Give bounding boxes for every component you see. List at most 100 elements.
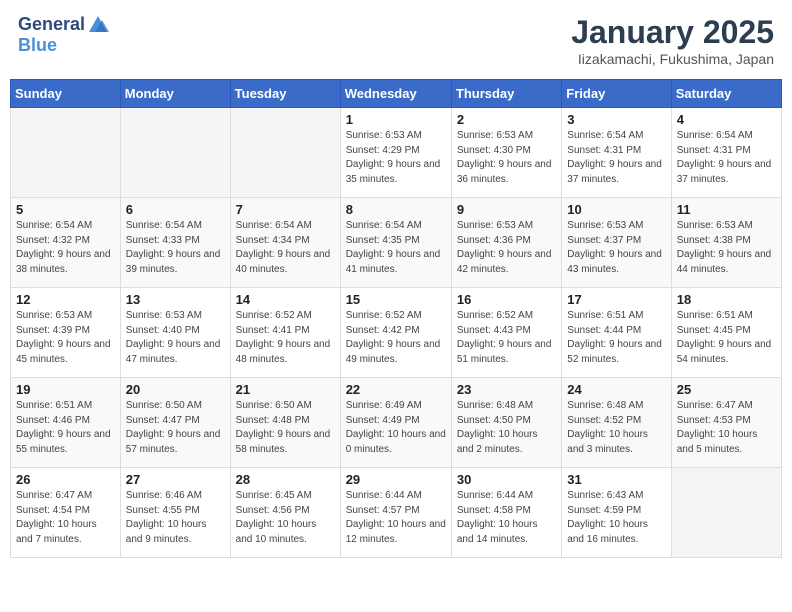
calendar-cell [120, 108, 230, 198]
day-number: 29 [346, 472, 446, 487]
calendar-cell: 8 Sunrise: 6:54 AM Sunset: 4:35 PM Daylig… [340, 198, 451, 288]
day-number: 5 [16, 202, 115, 217]
day-info: Sunrise: 6:48 AM Sunset: 4:50 PM Dayligh… [457, 399, 556, 457]
calendar-cell: 17 Sunrise: 6:51 AM Sunset: 4:44 PM Dayli… [562, 288, 671, 378]
weekday-header-sunday: Sunday [11, 80, 121, 108]
day-info: Sunrise: 6:43 AM Sunset: 4:59 PM Dayligh… [567, 489, 665, 547]
calendar-cell: 3 Sunrise: 6:54 AM Sunset: 4:31 PM Daylig… [562, 108, 671, 198]
day-info: Sunrise: 6:53 AM Sunset: 4:29 PM Dayligh… [346, 129, 446, 187]
calendar-cell: 23 Sunrise: 6:48 AM Sunset: 4:50 PM Dayli… [451, 378, 561, 468]
calendar-cell [230, 108, 340, 198]
weekday-header-monday: Monday [120, 80, 230, 108]
day-number: 31 [567, 472, 665, 487]
calendar-cell: 2 Sunrise: 6:53 AM Sunset: 4:30 PM Daylig… [451, 108, 561, 198]
calendar-cell: 31 Sunrise: 6:43 AM Sunset: 4:59 PM Dayli… [562, 468, 671, 558]
logo-icon [87, 14, 109, 36]
month-title: January 2025 [571, 14, 774, 51]
day-info: Sunrise: 6:54 AM Sunset: 4:34 PM Dayligh… [236, 219, 335, 277]
logo: General Blue [18, 14, 109, 56]
day-info: Sunrise: 6:51 AM Sunset: 4:44 PM Dayligh… [567, 309, 665, 367]
calendar-week-1: 1 Sunrise: 6:53 AM Sunset: 4:29 PM Daylig… [11, 108, 782, 198]
weekday-header-saturday: Saturday [671, 80, 781, 108]
weekday-header-thursday: Thursday [451, 80, 561, 108]
calendar-cell: 12Sunrise: 6:53 AM Sunset: 4:39 PM Dayli… [11, 288, 121, 378]
day-number: 12 [16, 292, 115, 307]
day-number: 15 [346, 292, 446, 307]
calendar-week-4: 19 Sunrise: 6:51 AM Sunset: 4:46 PM Dayli… [11, 378, 782, 468]
calendar-cell: 24Sunrise: 6:48 AM Sunset: 4:52 PM Dayli… [562, 378, 671, 468]
page-header: General Blue January 2025 Iizakamachi, F… [10, 10, 782, 71]
calendar-cell [11, 108, 121, 198]
logo-text-general: General [18, 15, 85, 35]
day-number: 26 [16, 472, 115, 487]
day-info: Sunrise: 6:54 AM Sunset: 4:31 PM Dayligh… [677, 129, 776, 187]
title-block: January 2025 Iizakamachi, Fukushima, Jap… [571, 14, 774, 67]
day-number: 10 [567, 202, 665, 217]
day-number: 21 [236, 382, 335, 397]
day-info: Sunrise: 6:52 AM Sunset: 4:41 PM Dayligh… [236, 309, 335, 367]
day-info: Sunrise: 6:54 AM Sunset: 4:32 PM Dayligh… [16, 219, 115, 277]
calendar-cell: 16Sunrise: 6:52 AM Sunset: 4:43 PM Dayli… [451, 288, 561, 378]
calendar-table: SundayMondayTuesdayWednesdayThursdayFrid… [10, 79, 782, 558]
day-info: Sunrise: 6:45 AM Sunset: 4:56 PM Dayligh… [236, 489, 335, 547]
day-info: Sunrise: 6:50 AM Sunset: 4:47 PM Dayligh… [126, 399, 225, 457]
logo-text-blue: Blue [18, 36, 57, 56]
day-number: 8 [346, 202, 446, 217]
calendar-cell: 26 Sunrise: 6:47 AM Sunset: 4:54 PM Dayli… [11, 468, 121, 558]
calendar-week-3: 12Sunrise: 6:53 AM Sunset: 4:39 PM Dayli… [11, 288, 782, 378]
calendar-week-2: 5 Sunrise: 6:54 AM Sunset: 4:32 PM Daylig… [11, 198, 782, 288]
calendar-cell: 29 Sunrise: 6:44 AM Sunset: 4:57 PM Dayli… [340, 468, 451, 558]
day-info: Sunrise: 6:54 AM Sunset: 4:31 PM Dayligh… [567, 129, 665, 187]
day-info: Sunrise: 6:51 AM Sunset: 4:45 PM Dayligh… [677, 309, 776, 367]
day-number: 19 [16, 382, 115, 397]
day-number: 25 [677, 382, 776, 397]
weekday-header-row: SundayMondayTuesdayWednesdayThursdayFrid… [11, 80, 782, 108]
day-info: Sunrise: 6:53 AM Sunset: 4:30 PM Dayligh… [457, 129, 556, 187]
day-info: Sunrise: 6:53 AM Sunset: 4:37 PM Dayligh… [567, 219, 665, 277]
day-info: Sunrise: 6:53 AM Sunset: 4:38 PM Dayligh… [677, 219, 776, 277]
day-info: Sunrise: 6:47 AM Sunset: 4:53 PM Dayligh… [677, 399, 776, 457]
day-number: 22 [346, 382, 446, 397]
location-subtitle: Iizakamachi, Fukushima, Japan [571, 51, 774, 67]
day-info: Sunrise: 6:44 AM Sunset: 4:58 PM Dayligh… [457, 489, 556, 547]
calendar-cell: 19 Sunrise: 6:51 AM Sunset: 4:46 PM Dayli… [11, 378, 121, 468]
day-number: 1 [346, 112, 446, 127]
day-number: 9 [457, 202, 556, 217]
day-number: 18 [677, 292, 776, 307]
calendar-cell: 10 Sunrise: 6:53 AM Sunset: 4:37 PM Dayli… [562, 198, 671, 288]
day-number: 20 [126, 382, 225, 397]
calendar-cell: 14 Sunrise: 6:52 AM Sunset: 4:41 PM Dayli… [230, 288, 340, 378]
day-number: 11 [677, 202, 776, 217]
calendar-cell: 6 Sunrise: 6:54 AM Sunset: 4:33 PM Daylig… [120, 198, 230, 288]
calendar-cell [671, 468, 781, 558]
day-info: Sunrise: 6:44 AM Sunset: 4:57 PM Dayligh… [346, 489, 446, 547]
day-info: Sunrise: 6:50 AM Sunset: 4:48 PM Dayligh… [236, 399, 335, 457]
day-number: 17 [567, 292, 665, 307]
calendar-cell: 20 Sunrise: 6:50 AM Sunset: 4:47 PM Dayli… [120, 378, 230, 468]
day-info: Sunrise: 6:53 AM Sunset: 4:40 PM Dayligh… [126, 309, 225, 367]
calendar-cell: 13 Sunrise: 6:53 AM Sunset: 4:40 PM Dayli… [120, 288, 230, 378]
calendar-cell: 15 Sunrise: 6:52 AM Sunset: 4:42 PM Dayli… [340, 288, 451, 378]
calendar-cell: 18 Sunrise: 6:51 AM Sunset: 4:45 PM Dayli… [671, 288, 781, 378]
day-info: Sunrise: 6:52 AM Sunset: 4:43 PM Dayligh… [457, 309, 556, 367]
day-info: Sunrise: 6:52 AM Sunset: 4:42 PM Dayligh… [346, 309, 446, 367]
day-number: 2 [457, 112, 556, 127]
day-number: 14 [236, 292, 335, 307]
day-number: 6 [126, 202, 225, 217]
day-number: 7 [236, 202, 335, 217]
weekday-header-tuesday: Tuesday [230, 80, 340, 108]
day-info: Sunrise: 6:54 AM Sunset: 4:35 PM Dayligh… [346, 219, 446, 277]
day-info: Sunrise: 6:54 AM Sunset: 4:33 PM Dayligh… [126, 219, 225, 277]
calendar-cell: 4Sunrise: 6:54 AM Sunset: 4:31 PM Daylig… [671, 108, 781, 198]
calendar-cell: 22Sunrise: 6:49 AM Sunset: 4:49 PM Dayli… [340, 378, 451, 468]
day-number: 3 [567, 112, 665, 127]
day-number: 23 [457, 382, 556, 397]
day-info: Sunrise: 6:53 AM Sunset: 4:36 PM Dayligh… [457, 219, 556, 277]
day-number: 13 [126, 292, 225, 307]
day-number: 30 [457, 472, 556, 487]
calendar-cell: 30 Sunrise: 6:44 AM Sunset: 4:58 PM Dayli… [451, 468, 561, 558]
calendar-cell: 11 Sunrise: 6:53 AM Sunset: 4:38 PM Dayli… [671, 198, 781, 288]
calendar-cell: 5 Sunrise: 6:54 AM Sunset: 4:32 PM Daylig… [11, 198, 121, 288]
day-info: Sunrise: 6:51 AM Sunset: 4:46 PM Dayligh… [16, 399, 115, 457]
day-info: Sunrise: 6:47 AM Sunset: 4:54 PM Dayligh… [16, 489, 115, 547]
